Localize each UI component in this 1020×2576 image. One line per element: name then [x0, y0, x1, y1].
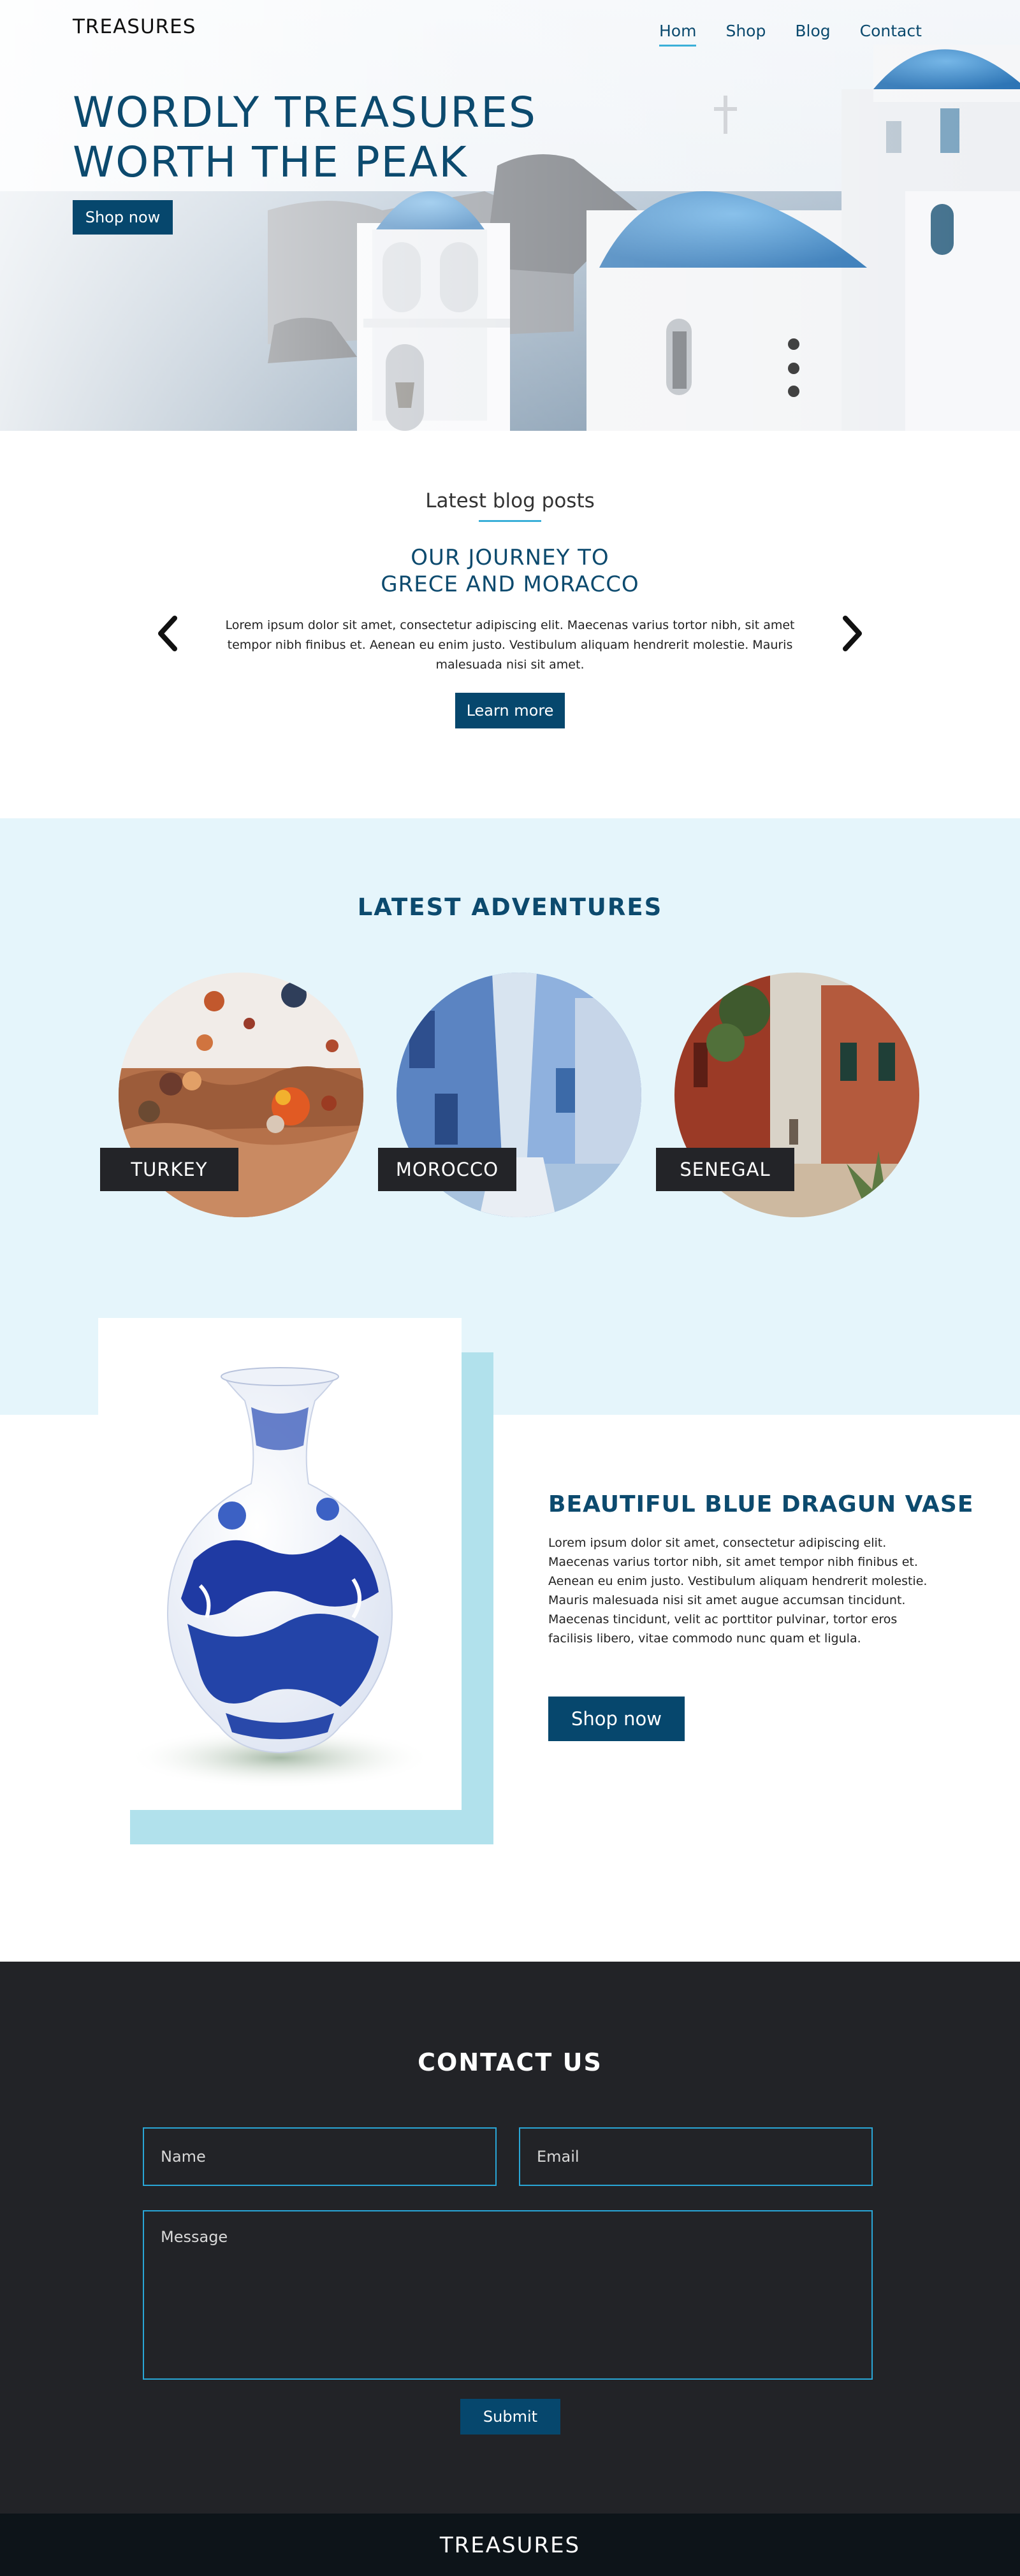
adventure-label-senegal[interactable]: SENEGAL: [656, 1148, 794, 1191]
footer-brand[interactable]: TREASURES: [0, 2533, 1020, 2558]
nav-link-home[interactable]: Hom: [659, 22, 697, 47]
name-field[interactable]: [143, 2127, 497, 2186]
product-image-card: [98, 1318, 462, 1810]
contact-section: CONTACT US Submit: [0, 1962, 1020, 2514]
hero-title-line-1: WORDLY TREASURES: [73, 88, 537, 137]
adventure-label-morocco[interactable]: MOROCCO: [378, 1148, 516, 1191]
blue-dragon-vase-image: [98, 1318, 462, 1810]
contact-title: CONTACT US: [418, 2048, 602, 2076]
nav-link-contact[interactable]: Contact: [860, 22, 922, 40]
blog-post-title-line-1: OUR JOURNEY TO: [411, 545, 609, 570]
hero-title: WORDLY TREASURES WORTH THE PEAK: [73, 88, 557, 187]
adventure-label-turkey[interactable]: TURKEY: [100, 1148, 238, 1191]
main-nav: Hom Shop Blog Contact: [659, 22, 951, 47]
hero-title-line-2: WORTH THE PEAK: [73, 138, 468, 187]
brand-logo[interactable]: TREASURES: [73, 15, 196, 38]
email-field[interactable]: [519, 2127, 873, 2186]
hero-section: TREASURES Hom Shop Blog Contact WORDLY T…: [0, 0, 1020, 431]
nav-link-blog[interactable]: Blog: [795, 22, 830, 40]
chevron-right-icon: [843, 616, 862, 651]
message-field[interactable]: [143, 2210, 873, 2380]
blog-post-title[interactable]: OUR JOURNEY TO GRECE AND MORACCO: [255, 544, 765, 598]
submit-button[interactable]: Submit: [460, 2399, 560, 2435]
blog-post-excerpt: Lorem ipsum dolor sit amet, consectetur …: [225, 618, 795, 672]
carousel-next-button[interactable]: [836, 611, 870, 656]
blog-section: Latest blog posts OUR JOURNEY TO GRECE A…: [0, 431, 1020, 818]
chevron-left-icon: [158, 616, 177, 651]
blog-heading: Latest blog posts: [425, 489, 595, 512]
product-title: BEAUTIFUL BLUE DRAGUN VASE: [548, 1491, 974, 1517]
blog-post-title-line-2: GRECE AND MORACCO: [381, 572, 639, 597]
blog-heading-underline: [479, 520, 541, 522]
product-description: Lorem ipsum dolor sit amet, consectetur …: [548, 1536, 928, 1646]
adventures-title: LATEST ADVENTURES: [357, 894, 663, 921]
product-shop-now-button[interactable]: Shop now: [548, 1697, 685, 1741]
footer: TREASURES: [0, 2514, 1020, 2576]
hero-shop-now-button[interactable]: Shop now: [73, 200, 173, 235]
nav-link-shop[interactable]: Shop: [725, 22, 766, 40]
learn-more-button[interactable]: Learn more: [455, 693, 565, 728]
carousel-prev-button[interactable]: [150, 611, 184, 656]
